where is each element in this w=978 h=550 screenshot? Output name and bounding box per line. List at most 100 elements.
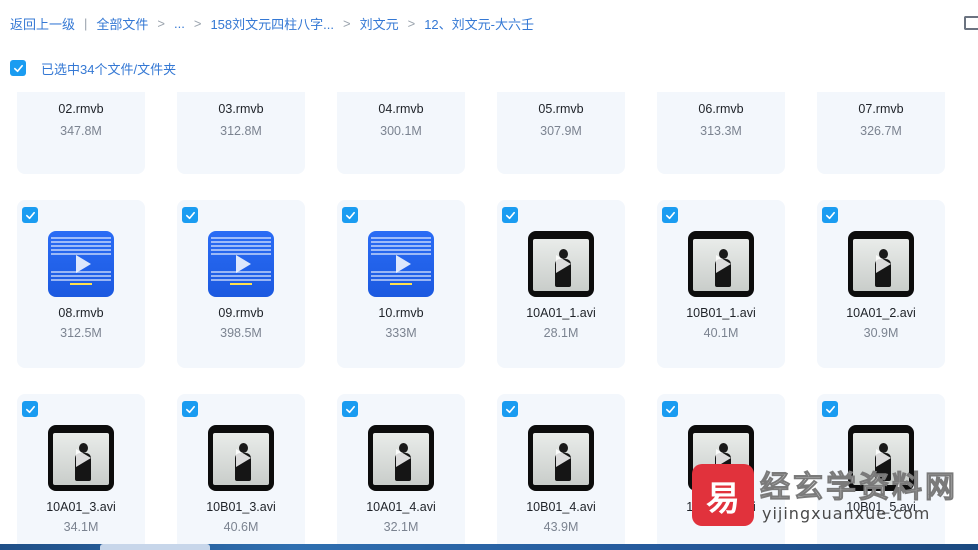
watermark-logo: 易 [692, 464, 754, 526]
file-name: 10B01_3.avi [206, 500, 276, 514]
video-thumbnail [208, 425, 274, 491]
file-size: 307.9M [540, 124, 582, 138]
play-icon [396, 255, 411, 273]
play-icon [236, 449, 251, 467]
play-icon [236, 255, 251, 273]
file-name: 07.rmvb [858, 102, 904, 116]
breadcrumb-current: 12、刘文元-大六壬 [424, 16, 534, 32]
file-name: 09.rmvb [218, 306, 264, 320]
play-icon [396, 449, 411, 467]
video-thumbnail [368, 425, 434, 491]
file-size: 398.5M [220, 326, 262, 340]
check-icon [185, 211, 195, 219]
video-thumbnail [208, 231, 274, 297]
file-checkbox[interactable] [342, 401, 358, 417]
file-checkbox[interactable] [822, 207, 838, 223]
check-icon [345, 211, 355, 219]
file-name: 10A01_2.avi [846, 306, 916, 320]
file-size: 312.5M [60, 326, 102, 340]
file-name: 10B01_1.avi [686, 306, 756, 320]
file-name: 10A01_4.avi [366, 500, 436, 514]
check-icon [13, 64, 23, 72]
select-all-checkbox[interactable] [10, 60, 26, 76]
file-name: 02.rmvb [58, 102, 104, 116]
file-name: 04.rmvb [378, 102, 424, 116]
chevron-right-icon: > [157, 15, 166, 31]
breadcrumb-folder-158[interactable]: 158刘文元四柱八字... [210, 14, 334, 33]
breadcrumb-ellipsis[interactable]: ... [174, 16, 185, 31]
view-toggle-icon[interactable] [964, 16, 978, 30]
file-size: 300.1M [380, 124, 422, 138]
file-size: 28.1M [543, 326, 579, 340]
file-card[interactable]: 07.rmvb 326.7M [817, 92, 945, 174]
file-card[interactable]: 06.rmvb 313.3M [657, 92, 785, 174]
watermark: 易 经玄学资料网 yijingxuanxue.com [690, 460, 978, 530]
file-card[interactable]: 10B01_1.avi 40.1M [657, 200, 785, 368]
taskbar-button[interactable] [100, 544, 158, 550]
video-thumbnail [528, 425, 594, 491]
breadcrumb-separator: | [84, 15, 88, 31]
check-icon [505, 405, 515, 413]
selection-count: 已选中34个文件/文件夹 [41, 61, 177, 77]
file-name: 10A01_1.avi [526, 306, 596, 320]
file-checkbox[interactable] [502, 401, 518, 417]
file-card[interactable]: 09.rmvb 398.5M [177, 200, 305, 368]
play-icon [556, 255, 571, 273]
file-card[interactable]: 10A01_4.avi 32.1M [337, 394, 465, 544]
file-card[interactable]: 10B01_3.avi 40.6M [177, 394, 305, 544]
check-icon [505, 211, 515, 219]
file-checkbox[interactable] [342, 207, 358, 223]
check-icon [25, 211, 35, 219]
file-name: 08.rmvb [58, 306, 104, 320]
file-size: 34.1M [63, 520, 99, 534]
file-checkbox[interactable] [182, 207, 198, 223]
file-card[interactable]: 04.rmvb 300.1M [337, 92, 465, 174]
check-icon [185, 405, 195, 413]
file-card[interactable]: 10A01_2.avi 30.9M [817, 200, 945, 368]
file-checkbox[interactable] [502, 207, 518, 223]
video-thumbnail [48, 425, 114, 491]
play-icon [76, 255, 91, 273]
file-checkbox[interactable] [182, 401, 198, 417]
file-checkbox[interactable] [822, 401, 838, 417]
check-icon [825, 211, 835, 219]
file-name: 05.rmvb [538, 102, 584, 116]
breadcrumb-folder-liuwenyuan[interactable]: 刘文元 [360, 14, 399, 33]
chevron-right-icon: > [407, 15, 416, 31]
play-icon [76, 449, 91, 467]
file-size: 347.8M [60, 124, 102, 138]
file-card[interactable]: 03.rmvb 312.8M [177, 92, 305, 174]
file-name: 10B01_4.avi [526, 500, 596, 514]
back-link[interactable]: 返回上一级 [10, 14, 75, 33]
video-thumbnail [368, 231, 434, 297]
chevron-right-icon: > [193, 15, 202, 31]
file-checkbox[interactable] [22, 207, 38, 223]
breadcrumb: 返回上一级 | 全部文件 > ... > 158刘文元四柱八字... > 刘文元… [0, 0, 978, 46]
file-card[interactable]: 05.rmvb 307.9M [497, 92, 625, 174]
file-size: 313.3M [700, 124, 742, 138]
file-name: 03.rmvb [218, 102, 264, 116]
file-name: 10A01_3.avi [46, 500, 116, 514]
file-card[interactable]: 10B01_4.avi 43.9M [497, 394, 625, 544]
check-icon [25, 405, 35, 413]
file-checkbox[interactable] [22, 401, 38, 417]
play-icon [556, 449, 571, 467]
file-size: 30.9M [863, 326, 899, 340]
file-name: 10.rmvb [378, 306, 424, 320]
check-icon [665, 405, 675, 413]
video-thumbnail [848, 231, 914, 297]
video-thumbnail [528, 231, 594, 297]
file-size: 40.1M [703, 326, 739, 340]
selection-bar: 已选中34个文件/文件夹 [10, 58, 176, 78]
taskbar-button[interactable] [152, 544, 210, 550]
file-checkbox[interactable] [662, 401, 678, 417]
file-checkbox[interactable] [662, 207, 678, 223]
breadcrumb-all-files[interactable]: 全部文件 [96, 14, 148, 33]
file-card[interactable]: 10.rmvb 333M [337, 200, 465, 368]
file-card[interactable]: 10A01_1.avi 28.1M [497, 200, 625, 368]
chevron-right-icon: > [342, 15, 351, 31]
file-size: 333M [385, 326, 417, 340]
file-card[interactable]: 02.rmvb 347.8M [17, 92, 145, 174]
file-card[interactable]: 08.rmvb 312.5M [17, 200, 145, 368]
file-card[interactable]: 10A01_3.avi 34.1M [17, 394, 145, 544]
